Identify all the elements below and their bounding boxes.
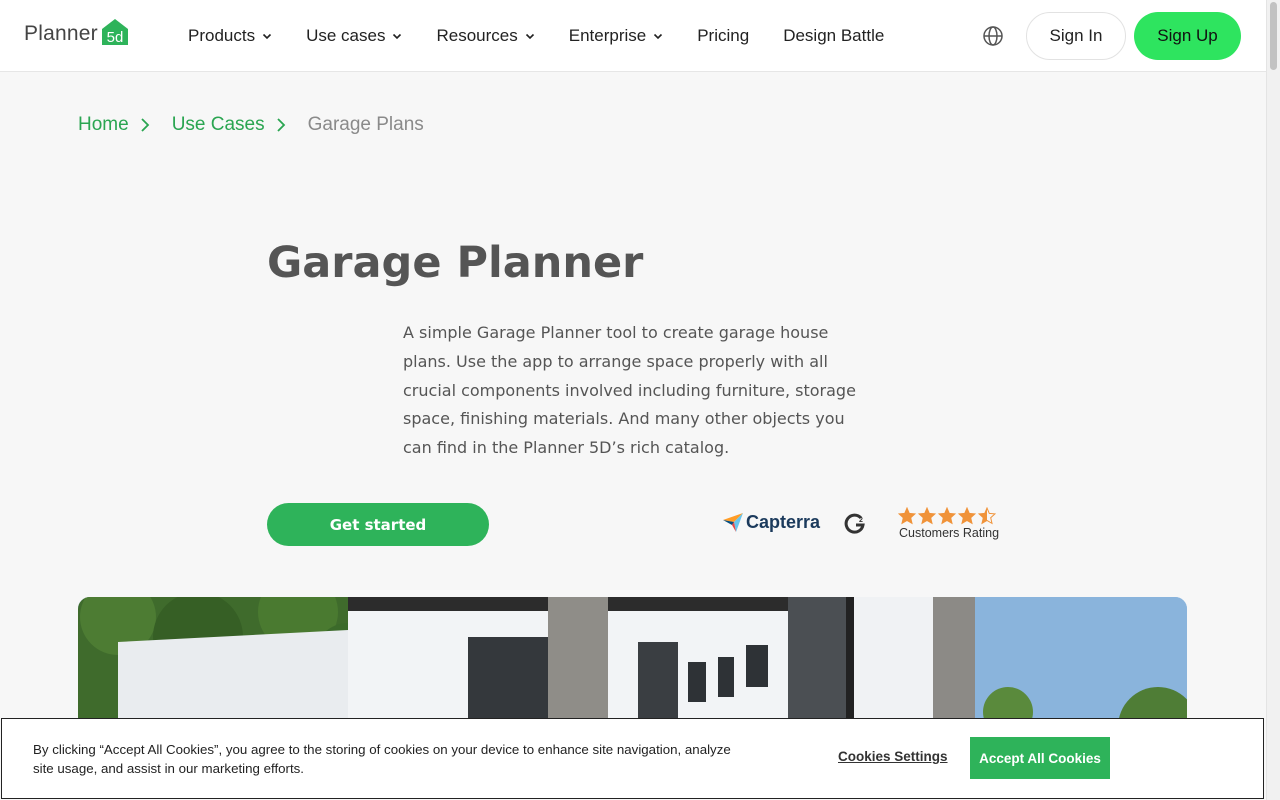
page-title: Garage Planner	[267, 238, 644, 288]
cookie-banner: By clicking “Accept All Cookies”, you ag…	[1, 718, 1264, 799]
logo-badge-text: 5d	[106, 29, 123, 46]
sign-up-button[interactable]: Sign Up	[1134, 12, 1241, 60]
chevron-down-icon	[654, 33, 663, 40]
site-header: Planner 5d Products Use cases Resources …	[0, 0, 1266, 72]
garage-render-image	[78, 597, 1187, 737]
chevron-down-icon	[393, 33, 402, 40]
nav-use-cases-label: Use cases	[306, 26, 386, 45]
page-scrollbar[interactable]	[1266, 0, 1280, 800]
nav-resources-label: Resources	[436, 26, 518, 45]
nav-pricing-label: Pricing	[697, 26, 750, 45]
star-full-icon	[898, 507, 916, 525]
breadcrumb-current: Garage Plans	[307, 114, 424, 135]
nav-products[interactable]: Products	[188, 26, 272, 46]
house-illustration	[78, 597, 1187, 737]
planner5d-logo[interactable]: Planner 5d	[24, 19, 130, 49]
nav-use-cases[interactable]: Use cases	[306, 26, 402, 46]
star-full-icon	[958, 507, 976, 525]
cookies-settings-button[interactable]: Cookies Settings	[838, 749, 948, 764]
chevron-right-icon	[141, 118, 149, 132]
sign-in-button[interactable]: Sign In	[1026, 12, 1126, 60]
nav-design-battle-label: Design Battle	[783, 26, 885, 45]
nav-enterprise[interactable]: Enterprise	[569, 26, 663, 46]
g2-logo-icon[interactable]: 2	[844, 513, 866, 535]
scrollbar-thumb[interactable]	[1270, 2, 1277, 70]
breadcrumb-home[interactable]: Home	[78, 114, 129, 136]
capterra-arrow-icon	[723, 513, 743, 532]
nav-enterprise-label: Enterprise	[568, 26, 647, 45]
nav-products-label: Products	[188, 26, 256, 45]
customers-rating-label: Customers Rating	[899, 526, 1000, 540]
capterra-badge[interactable]: Capterra	[722, 511, 820, 533]
main-nav: Products Use cases Resources Enterprise …	[188, 26, 918, 46]
logo-text: Planner	[24, 22, 98, 45]
accept-all-cookies-button[interactable]: Accept All Cookies	[970, 737, 1110, 779]
nav-design-battle[interactable]: Design Battle	[783, 26, 884, 46]
capterra-label: Capterra	[746, 511, 821, 532]
globe-icon[interactable]	[982, 25, 1004, 47]
chevron-down-icon	[525, 33, 534, 40]
star-half-icon	[978, 507, 996, 525]
breadcrumb: Home Use Cases Garage Plans	[78, 114, 424, 136]
nav-pricing[interactable]: Pricing	[697, 26, 749, 46]
hero-description: A simple Garage Planner tool to create g…	[403, 323, 856, 458]
star-full-icon	[918, 507, 936, 525]
breadcrumb-use-cases[interactable]: Use Cases	[172, 114, 265, 136]
logo-house-icon: 5d	[101, 19, 128, 46]
chevron-right-icon	[276, 118, 285, 132]
get-started-button[interactable]: Get started	[267, 503, 489, 546]
svg-text:2: 2	[859, 517, 863, 524]
star-full-icon	[938, 507, 956, 525]
nav-resources[interactable]: Resources	[436, 26, 534, 46]
rating-stars	[898, 507, 998, 525]
chevron-down-icon	[263, 33, 272, 40]
cookie-banner-text: By clicking “Accept All Cookies”, you ag…	[33, 742, 731, 776]
